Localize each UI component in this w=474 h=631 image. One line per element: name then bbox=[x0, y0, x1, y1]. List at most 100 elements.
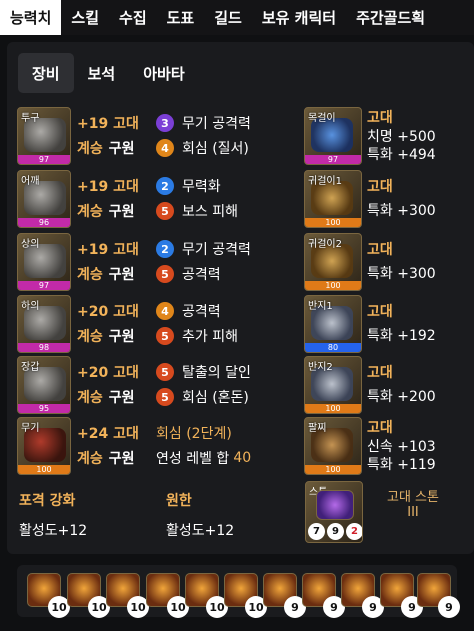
quality-bar: 100 bbox=[305, 218, 361, 227]
equipment-row-gloves[interactable]: 장갑 95 +20 고대 계승 구원 5 탈출의 달인 5 회심 (혼돈) bbox=[17, 356, 307, 414]
weapon-effect-2: 연성 레벨 합 40 bbox=[156, 450, 252, 467]
tab-chart[interactable]: 도표 bbox=[157, 0, 205, 35]
engraving-1: 2 무력화 bbox=[156, 176, 221, 196]
engraving-1: 2 무기 공격력 bbox=[156, 239, 251, 259]
engraving-2: 5 회심 (혼돈) bbox=[156, 387, 249, 407]
gem-slot[interactable]: 10 bbox=[106, 573, 149, 618]
accessory-row-bracelet[interactable]: 팔찌 100 고대 신속 +103 특화 +119 bbox=[304, 417, 464, 475]
succession-text: 계승 구원 bbox=[77, 451, 135, 467]
engraving-level-badge: 5 bbox=[156, 202, 174, 220]
tab-collection[interactable]: 수집 bbox=[109, 0, 157, 35]
slot-label: 목걸이 bbox=[308, 113, 336, 124]
upgrade-text: +20 고대 bbox=[77, 365, 139, 381]
accessory-grade: 고대 bbox=[367, 365, 393, 381]
engraving-2: 4 회심 (질서) bbox=[156, 138, 249, 158]
necklace-slot-icon[interactable]: 목걸이 97 bbox=[304, 107, 362, 165]
gem-slot[interactable]: 9 bbox=[263, 573, 306, 618]
gem-strip: 10 10 10 10 10 10 9 9 9 9 9 bbox=[17, 565, 460, 618]
gem-slot[interactable]: 9 bbox=[380, 573, 423, 618]
slot-label: 반지1 bbox=[308, 301, 333, 312]
gem-slot[interactable]: 10 bbox=[67, 573, 110, 618]
slot-label: 상의 bbox=[21, 239, 40, 250]
accessory-stat: 특화 +300 bbox=[367, 266, 436, 282]
slot-label: 반지2 bbox=[308, 362, 333, 373]
shoulder-slot-icon[interactable]: 어깨 96 bbox=[17, 170, 71, 228]
earring1-slot-icon[interactable]: 귀걸이1 100 bbox=[304, 170, 362, 228]
bottom-slot-icon[interactable]: 하의 98 bbox=[17, 295, 71, 353]
succession-text: 계승 구원 bbox=[77, 141, 135, 157]
tab-skills[interactable]: 스킬 bbox=[61, 0, 109, 35]
tab-owned-characters[interactable]: 보유 캐릭터 bbox=[252, 0, 346, 35]
top-slot-icon[interactable]: 상의 97 bbox=[17, 233, 71, 291]
stone-level-negative: 2 bbox=[346, 523, 362, 540]
bracelet-slot-icon[interactable]: 팔찌 100 bbox=[304, 417, 362, 475]
quality-bar: 96 bbox=[18, 218, 70, 227]
engraving-level-badge: 5 bbox=[156, 327, 174, 345]
quality-bar: 97 bbox=[18, 281, 70, 290]
engraving-level-badge: 3 bbox=[156, 114, 174, 132]
accessory-stat: 특화 +119 bbox=[367, 457, 436, 473]
tab-guild[interactable]: 길드 bbox=[204, 0, 252, 35]
gem-level: 9 bbox=[438, 596, 460, 618]
subtab-gems[interactable]: 보석 bbox=[74, 53, 130, 93]
engraving-1: 4 공격력 bbox=[156, 301, 221, 321]
ring2-slot-icon[interactable]: 반지2 100 bbox=[304, 356, 362, 414]
subtab-equipment[interactable]: 장비 bbox=[18, 53, 74, 93]
accessory-stat: 특화 +200 bbox=[367, 389, 436, 405]
slot-label: 귀걸이2 bbox=[308, 239, 342, 250]
weapon-slot-icon[interactable]: 무기 100 bbox=[17, 417, 71, 475]
set-effect-title: 원한 bbox=[166, 493, 192, 509]
succession-text: 계승 구원 bbox=[77, 390, 135, 406]
accessory-row-earring2[interactable]: 귀걸이2 100 고대 특화 +300 bbox=[304, 233, 464, 291]
equipment-row-weapon[interactable]: 무기 100 +24 고대 계승 구원 회심 (2단계) 연성 레벨 합 40 bbox=[17, 417, 307, 475]
stone-name-line1: 고대 스톤 bbox=[387, 490, 439, 505]
gem-slot[interactable]: 10 bbox=[146, 573, 189, 618]
accessory-stat: 특화 +300 bbox=[367, 203, 436, 219]
tab-stats[interactable]: 능력치 bbox=[0, 0, 62, 35]
quality-bar: 80 bbox=[305, 343, 361, 352]
stone-level: 7 bbox=[308, 523, 325, 540]
accessory-grade: 고대 bbox=[367, 179, 393, 195]
helmet-slot-icon[interactable]: 투구 97 bbox=[17, 107, 71, 165]
ring1-slot-icon[interactable]: 반지1 80 bbox=[304, 295, 362, 353]
gem-slot[interactable]: 10 bbox=[27, 573, 70, 618]
equipment-row-helmet[interactable]: 투구 97 +19 고대 계승 구원 3 무기 공격력 4 회심 (질서) bbox=[17, 107, 307, 165]
slot-label: 팔찌 bbox=[308, 423, 327, 434]
accessory-stat: 치명 +500 bbox=[367, 129, 436, 145]
subtab-avatar[interactable]: 아바타 bbox=[129, 53, 198, 93]
earring2-slot-icon[interactable]: 귀걸이2 100 bbox=[304, 233, 362, 291]
gloves-slot-icon[interactable]: 장갑 95 bbox=[17, 356, 71, 414]
accessory-grade: 고대 bbox=[367, 420, 393, 436]
upgrade-text: +19 고대 bbox=[77, 179, 139, 195]
equipment-row-top[interactable]: 상의 97 +19 고대 계승 구원 2 무기 공격력 5 공격력 bbox=[17, 233, 307, 291]
gem-slot[interactable]: 9 bbox=[341, 573, 384, 618]
equipment-row-bottom[interactable]: 하의 98 +20 고대 계승 구원 4 공격력 5 추가 피해 bbox=[17, 295, 307, 353]
accessory-stat: 신속 +103 bbox=[367, 439, 436, 455]
slot-label: 어깨 bbox=[21, 176, 40, 187]
gem-slot[interactable]: 9 bbox=[302, 573, 345, 618]
succession-text: 계승 구원 bbox=[77, 267, 135, 283]
equipment-row-shoulder[interactable]: 어깨 96 +19 고대 계승 구원 2 무력화 5 보스 피해 bbox=[17, 170, 307, 228]
ability-stone-slot[interactable]: 스톤 7 9 2 bbox=[305, 481, 363, 543]
quality-bar: 97 bbox=[18, 155, 70, 164]
engraving-2: 5 보스 피해 bbox=[156, 201, 238, 221]
slot-label: 투구 bbox=[21, 113, 40, 124]
quality-bar: 100 bbox=[305, 404, 361, 413]
engraving-level-badge: 4 bbox=[156, 139, 174, 157]
gem-slot[interactable]: 9 bbox=[417, 573, 460, 618]
accessory-row-ring2[interactable]: 반지2 100 고대 특화 +200 bbox=[304, 356, 464, 414]
accessory-row-necklace[interactable]: 목걸이 97 고대 치명 +500 특화 +494 bbox=[304, 107, 464, 165]
slot-label: 무기 bbox=[21, 423, 40, 434]
gem-slot[interactable]: 10 bbox=[185, 573, 228, 618]
engraving-level-badge: 2 bbox=[156, 240, 174, 258]
accessory-row-ring1[interactable]: 반지1 80 고대 특화 +192 bbox=[304, 295, 464, 353]
tab-weekly-gold[interactable]: 주간골드획 bbox=[346, 0, 435, 35]
set-effect-value: 활성도+12 bbox=[19, 523, 88, 539]
set-effect-value: 활성도+12 bbox=[166, 523, 235, 539]
accessory-row-earring1[interactable]: 귀걸이1 100 고대 특화 +300 bbox=[304, 170, 464, 228]
engraving-1: 5 탈출의 달인 bbox=[156, 362, 251, 382]
quality-bar: 100 bbox=[305, 465, 361, 474]
engraving-2: 5 공격력 bbox=[156, 264, 221, 284]
gem-slot[interactable]: 10 bbox=[224, 573, 267, 618]
upgrade-text: +19 고대 bbox=[77, 242, 139, 258]
